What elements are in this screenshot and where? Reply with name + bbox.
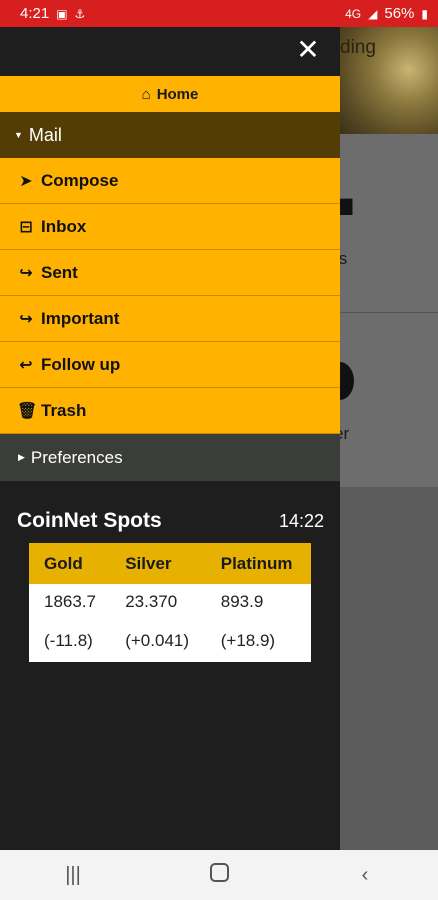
column-header-silver: Silver: [110, 543, 206, 584]
network-label: 4G: [345, 6, 362, 21]
background-app-content: ding ■ ts er: [340, 27, 438, 850]
home-label: Home: [156, 85, 199, 103]
menu-item-label: Sent: [41, 262, 78, 282]
menu-item-follow-up[interactable]: ↩ Follow up: [0, 342, 340, 388]
platinum-change: (+18.9): [220, 631, 276, 650]
home-icon: ⌂: [141, 85, 151, 103]
gold-change: (-11.8): [44, 631, 93, 650]
battery-level: 56%: [384, 5, 415, 22]
paper-plane-icon: ➤: [19, 172, 33, 190]
preferences-section-toggle[interactable]: ▶ Preferences: [0, 434, 340, 481]
spot-prices-table: Gold Silver Platinum 1863.7 23.370 893.9…: [29, 543, 311, 662]
battery-icon: ▮: [421, 6, 428, 21]
menu-item-label: Inbox: [41, 216, 87, 236]
navigation-drawer: ✕ ⌂ Home ▼ Mail ➤ Compose ⊟ Inbox ↪ Sent…: [0, 27, 340, 850]
mail-section-toggle[interactable]: ▼ Mail: [0, 112, 340, 158]
system-navigation-bar: ||| ‹: [0, 850, 438, 900]
background-banner-text: ding: [340, 37, 376, 58]
background-panel: [340, 487, 438, 850]
menu-item-compose[interactable]: ➤ Compose: [0, 158, 340, 204]
recent-apps-icon[interactable]: |||: [53, 864, 93, 887]
preferences-label: Preferences: [30, 447, 123, 467]
status-time: 4:21: [20, 5, 50, 22]
background-banner-image: ding: [340, 27, 438, 134]
background-icon: [340, 362, 354, 400]
silver-price: 23.370: [110, 584, 206, 620]
trash-icon: 🗑: [17, 402, 38, 420]
menu-item-label: Compose: [41, 170, 119, 190]
menu-item-trash[interactable]: 🗑 Trash: [0, 388, 340, 434]
home-button[interactable]: [199, 862, 239, 888]
background-text: ts: [340, 249, 348, 268]
signal-icon: ◢: [368, 6, 378, 21]
menu-item-label: Trash: [41, 400, 87, 420]
menu-item-sent[interactable]: ↪ Sent: [0, 250, 340, 296]
drawer-header: ✕: [0, 27, 340, 76]
status-bar: 4:21 ▣ ⚓ 4G ◢ 56% ▮: [0, 0, 438, 27]
divider: [340, 312, 438, 313]
caret-down-icon: ▼: [14, 130, 23, 140]
image-icon: ▣: [56, 6, 68, 21]
share-icon: ↪: [19, 264, 33, 282]
menu-item-inbox[interactable]: ⊟ Inbox: [0, 204, 340, 250]
caret-right-icon: ▶: [18, 452, 25, 462]
share-icon: ↪: [19, 310, 33, 328]
menu-item-label: Follow up: [41, 354, 121, 374]
background-text: er: [340, 424, 350, 443]
inbox-icon: ⊟: [19, 218, 33, 236]
spots-title: CoinNet Spots: [17, 509, 162, 532]
background-icon: ■: [340, 187, 355, 225]
change-row: (-11.8) (+0.041) (+18.9): [29, 620, 311, 662]
price-row: 1863.7 23.370 893.9: [29, 584, 311, 620]
menu-item-important[interactable]: ↪ Important: [0, 296, 340, 342]
mail-section-label: Mail: [28, 124, 62, 145]
column-header-gold: Gold: [29, 543, 111, 584]
notification-icon: ⚓: [74, 6, 86, 21]
spots-time: 14:22: [278, 511, 324, 531]
gold-price: 1863.7: [29, 584, 111, 620]
close-icon[interactable]: ✕: [294, 36, 322, 64]
column-header-platinum: Platinum: [205, 543, 311, 584]
back-icon[interactable]: ‹: [345, 864, 385, 887]
home-circle-icon: [209, 862, 229, 882]
menu-item-label: Important: [41, 308, 120, 328]
silver-change: (+0.041): [125, 631, 190, 650]
table-header-row: Gold Silver Platinum: [29, 543, 311, 584]
reply-icon: ↩: [19, 356, 33, 374]
home-menu-item[interactable]: ⌂ Home: [0, 76, 340, 112]
platinum-price: 893.9: [205, 584, 311, 620]
